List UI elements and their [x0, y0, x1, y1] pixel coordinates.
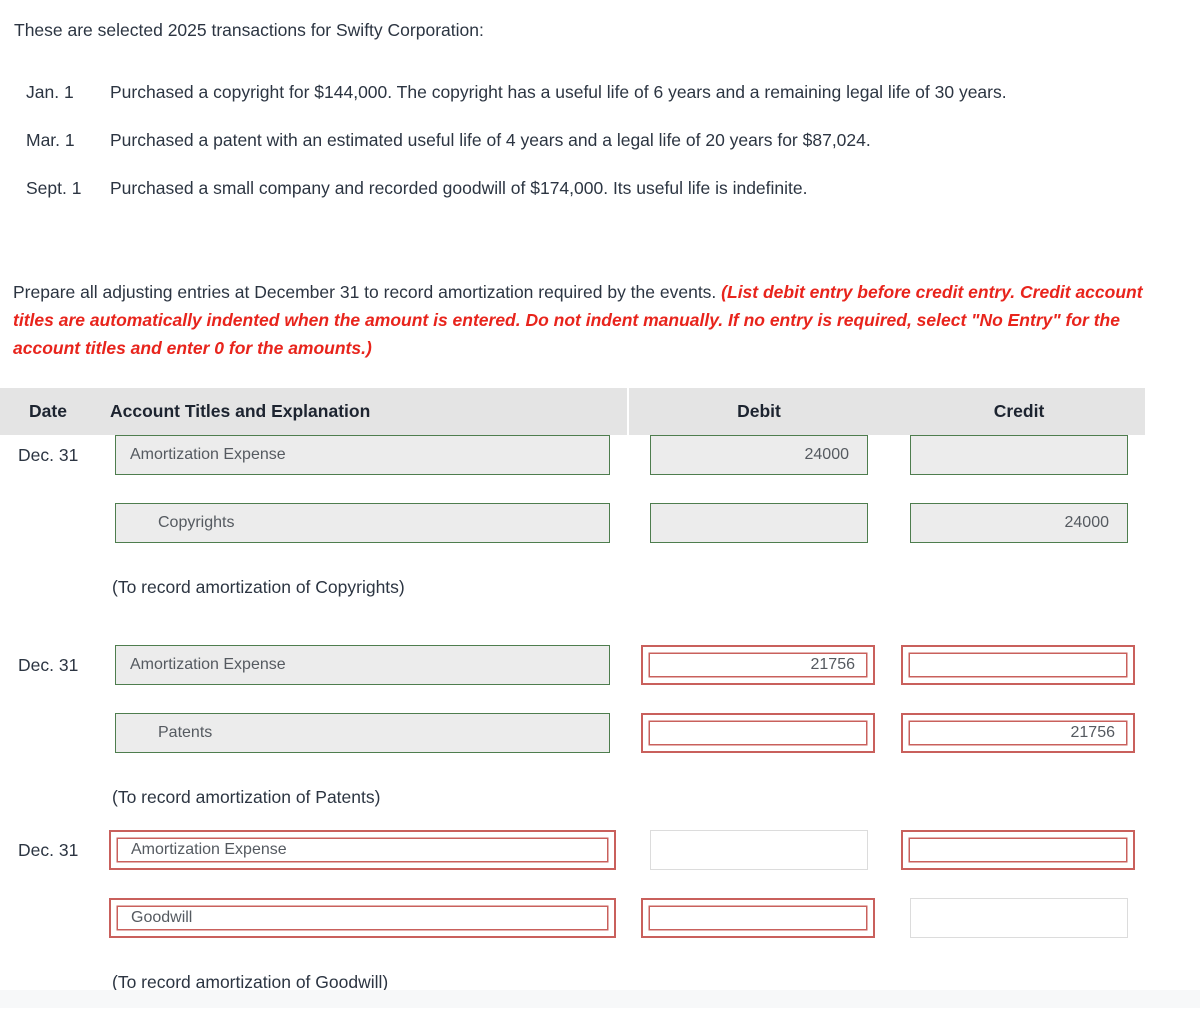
debit-amount-input[interactable]	[650, 830, 868, 870]
debit-amount-value: 21756	[810, 656, 856, 673]
credit-amount-input[interactable]: 24000	[910, 503, 1128, 543]
transaction-row: Sept. 1 Purchased a small company and re…	[0, 176, 1190, 224]
transactions-list: Jan. 1 Purchased a copyright for $144,00…	[0, 80, 1190, 224]
transaction-row: Mar. 1 Purchased a patent with an estima…	[0, 128, 1190, 176]
column-header-debit: Debit	[737, 401, 781, 421]
entry-date: Dec. 31	[18, 655, 79, 675]
credit-amount-value: 24000	[1064, 514, 1110, 531]
journal-entry: Dec. 31 Amortization Expense 21756 Paten…	[0, 645, 1200, 830]
account-title-value: Amortization Expense	[130, 446, 286, 463]
column-header-account: Account Titles and Explanation	[110, 401, 371, 421]
transaction-date: Sept. 1	[26, 178, 82, 198]
credit-amount-value: 21756	[1070, 724, 1116, 741]
account-title-value: Amortization Expense	[130, 656, 286, 673]
debit-amount-input[interactable]	[641, 898, 875, 938]
transaction-description: Purchased a copyright for $144,000. The …	[110, 82, 1007, 102]
credit-amount-input[interactable]: 21756	[901, 713, 1135, 753]
journal-entry-table: Date Account Titles and Explanation Debi…	[0, 388, 1200, 1015]
transaction-description: Purchased a small company and recorded g…	[110, 178, 808, 198]
account-title-input[interactable]: Amortization Expense	[115, 645, 610, 685]
debit-amount-input[interactable]: 24000	[650, 435, 868, 475]
debit-amount-input[interactable]: 21756	[641, 645, 875, 685]
debit-amount-value: 24000	[804, 446, 850, 463]
bottom-bar	[0, 990, 1200, 1008]
journal-row-debit: Dec. 31 Amortization Expense	[0, 830, 1200, 898]
column-header-date: Date	[29, 401, 67, 421]
account-title-value: Amortization Expense	[131, 841, 287, 858]
account-title-input[interactable]: Amortization Expense	[115, 435, 610, 475]
table-header-row: Date Account Titles and Explanation Debi…	[0, 388, 1145, 435]
journal-row-debit: Dec. 31 Amortization Expense 24000	[0, 435, 1200, 503]
credit-amount-input[interactable]	[901, 830, 1135, 870]
credit-amount-input[interactable]	[901, 645, 1135, 685]
header-divider	[627, 388, 629, 435]
account-title-input[interactable]: Copyrights	[115, 503, 610, 543]
entry-explanation: (To record amortization of Copyrights)	[112, 577, 405, 597]
account-title-input[interactable]: Goodwill	[109, 898, 616, 938]
credit-amount-input[interactable]	[910, 435, 1128, 475]
requirement-paragraph: Prepare all adjusting entries at Decembe…	[13, 278, 1185, 362]
account-title-input[interactable]: Patents	[115, 713, 610, 753]
transaction-row: Jan. 1 Purchased a copyright for $144,00…	[0, 80, 1190, 128]
account-title-value: Goodwill	[131, 909, 193, 926]
entry-date: Dec. 31	[18, 840, 79, 860]
journal-row-credit: Patents 21756	[0, 713, 1200, 781]
credit-amount-input[interactable]	[910, 898, 1128, 938]
debit-amount-input[interactable]	[650, 503, 868, 543]
column-header-credit: Credit	[993, 401, 1045, 421]
debit-amount-input[interactable]	[641, 713, 875, 753]
transaction-description: Purchased a patent with an estimated use…	[110, 130, 871, 150]
entry-explanation: (To record amortization of Patents)	[112, 787, 381, 807]
intro-text: These are selected 2025 transactions for…	[14, 20, 484, 40]
transaction-date: Jan. 1	[26, 82, 74, 102]
journal-entry: Dec. 31 Amortization Expense Goodwill (T…	[0, 830, 1200, 1015]
journal-entry: Dec. 31 Amortization Expense 24000 Copyr…	[0, 435, 1200, 645]
journal-row-debit: Dec. 31 Amortization Expense 21756	[0, 645, 1200, 713]
journal-row-credit: Copyrights 24000	[0, 503, 1200, 571]
requirement-text: Prepare all adjusting entries at Decembe…	[13, 282, 717, 302]
account-title-value: Patents	[158, 724, 213, 741]
entry-date: Dec. 31	[18, 445, 79, 465]
journal-row-credit: Goodwill	[0, 898, 1200, 966]
transaction-date: Mar. 1	[26, 130, 75, 150]
account-title-value: Copyrights	[158, 514, 235, 531]
account-title-input[interactable]: Amortization Expense	[109, 830, 616, 870]
